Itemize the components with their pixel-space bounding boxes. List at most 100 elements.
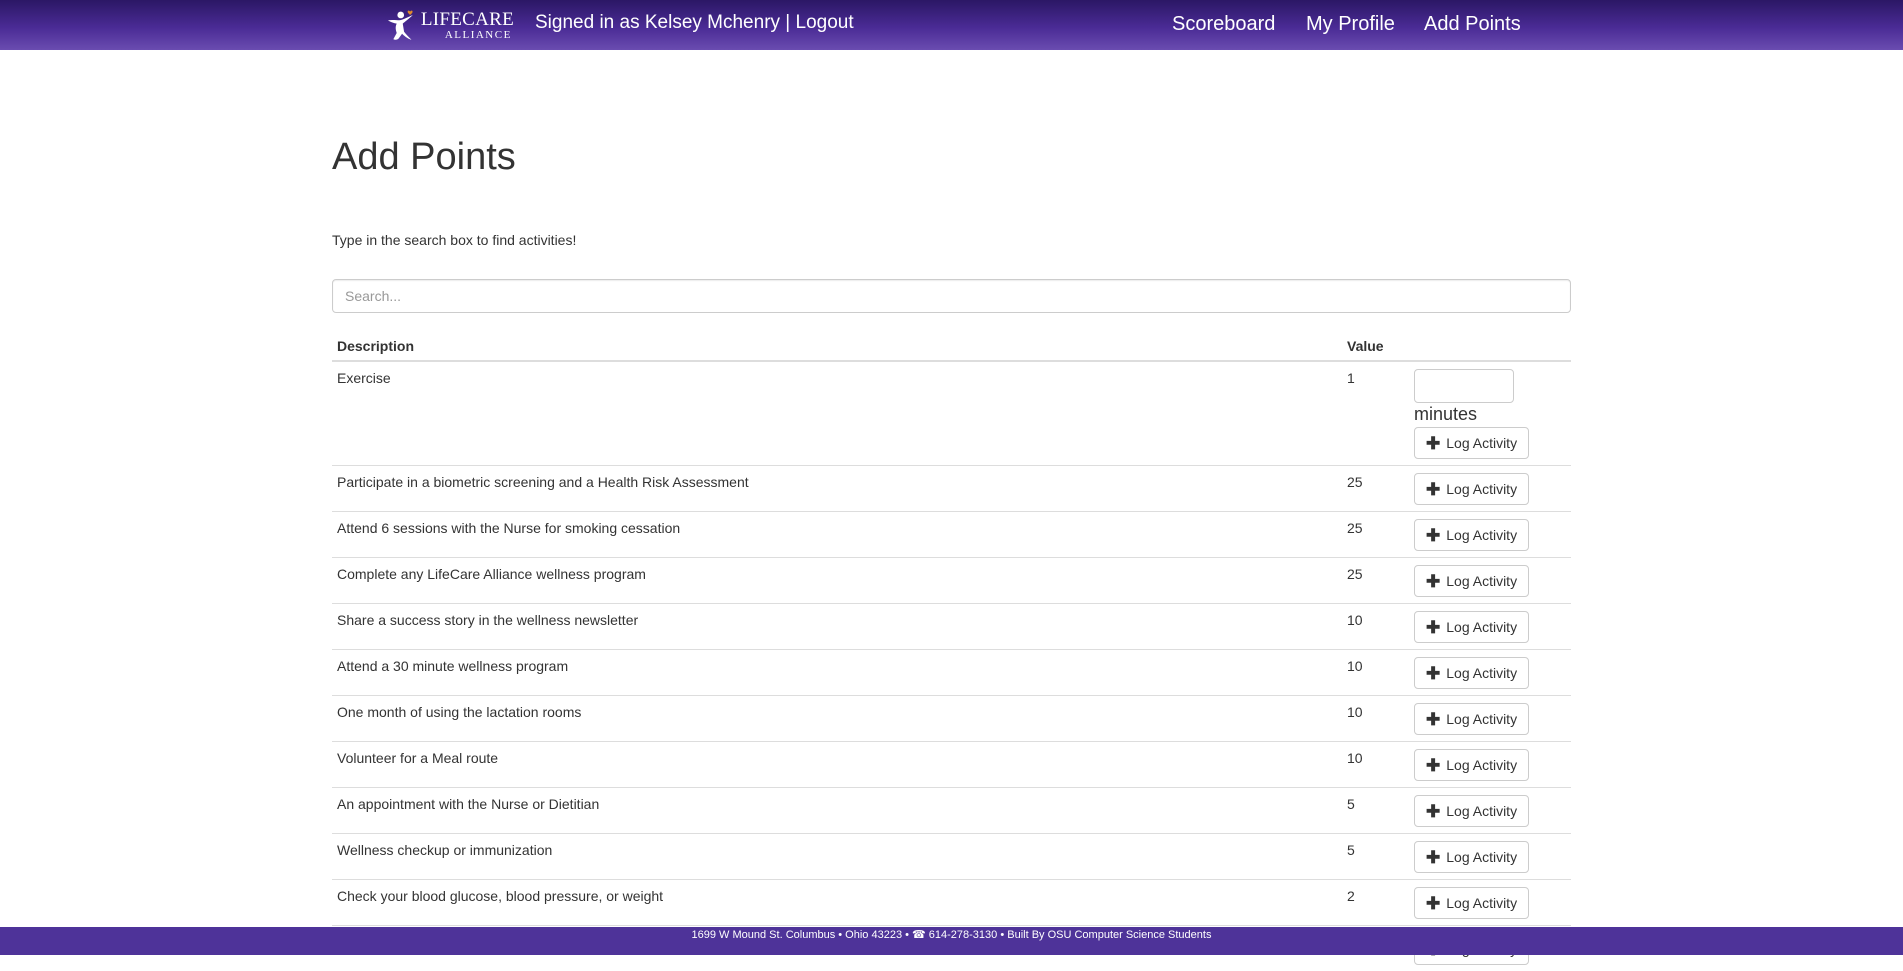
lifecare-logo[interactable]: LifeCare Alliance [386,0,514,50]
activity-description: Share a success story in the wellness ne… [332,604,1342,650]
signed-in-text: Signed in as Kelsey Mchenry [535,12,780,33]
activity-actions: ✚ Log Activity [1409,834,1571,880]
page-title: Add Points [332,136,516,179]
activity-value: 10 [1342,696,1409,742]
log-activity-button[interactable]: ✚ Log Activity [1414,703,1529,735]
table-row: An appointment with the Nurse or Dietiti… [332,788,1571,834]
table-row: Exercise 1 minutes ✚ Log Activity [332,361,1571,466]
activity-description: One month of using the lactation rooms [332,696,1342,742]
activity-description: Check your blood glucose, blood pressure… [332,880,1342,926]
log-activity-label: Log Activity [1446,619,1517,635]
activity-description: An appointment with the Nurse or Dietiti… [332,788,1342,834]
activity-actions: ✚Log Activity [1409,880,1571,926]
activity-description: Wellness checkup or immunization [332,834,1342,880]
activity-actions: ✚ Log Activity [1409,558,1571,604]
nav-separator: | [785,12,790,33]
activity-actions: ✚ Log Activity [1409,512,1571,558]
nav-add-points-link[interactable]: Add Points [1424,13,1521,36]
header-description: Description [332,328,1342,361]
table-row: Check your blood glucose, blood pressure… [332,880,1571,926]
activity-actions: ✚ Log Activity [1409,466,1571,512]
activity-description: Attend a 30 minute wellness program [332,650,1342,696]
activity-value: 5 [1342,788,1409,834]
footer-text: 1699 W Mound St. Columbus • Ohio 43223 •… [692,929,1212,941]
table-row: Wellness checkup or immunization 5 ✚ Log … [332,834,1571,880]
plus-icon: ✚ [1426,849,1440,866]
plus-icon: ✚ [1426,573,1440,590]
activity-value: 2 [1342,880,1409,926]
table-row: Attend a 30 minute wellness program 10 ✚… [332,650,1571,696]
log-activity-label: Log Activity [1446,711,1517,727]
minutes-label: minutes [1414,405,1566,423]
log-activity-button[interactable]: ✚ Log Activity [1414,519,1529,551]
activity-value: 10 [1342,650,1409,696]
activity-actions: minutes ✚ Log Activity [1409,361,1571,466]
log-activity-button[interactable]: ✚ Log Activity [1414,841,1529,873]
log-activity-button[interactable]: ✚ Log Activity [1414,473,1529,505]
plus-icon: ✚ [1426,757,1440,774]
table-row: Share a success story in the wellness ne… [332,604,1571,650]
table-row: Volunteer for a Meal route 10 ✚ Log Activ… [332,742,1571,788]
top-navbar: LifeCare Alliance Signed in as Kelsey Mc… [0,0,1903,50]
logout-link[interactable]: Logout [796,12,854,33]
header-value: Value [1342,328,1409,361]
activities-table: Description Value Exercise 1 minutes ✚ Lo… [332,328,1571,971]
logo-subtitle: Alliance [445,30,514,41]
log-activity-button[interactable]: ✚ Log Activity [1414,749,1529,781]
logo-wordmark: LifeCare [421,10,514,29]
plus-icon: ✚ [1426,803,1440,820]
activity-description: Complete any LifeCare Alliance wellness … [332,558,1342,604]
minutes-input[interactable] [1414,369,1514,403]
activity-value: 5 [1342,834,1409,880]
activity-value: 25 [1342,466,1409,512]
plus-icon: ✚ [1426,665,1440,682]
log-activity-button[interactable]: ✚ Log Activity [1414,795,1529,827]
log-activity-label: Log Activity [1446,803,1517,819]
activity-value: 10 [1342,604,1409,650]
activity-value: 25 [1342,558,1409,604]
log-activity-label: Log Activity [1446,481,1517,497]
activity-description: Attend 6 sessions with the Nurse for smo… [332,512,1342,558]
log-activity-button[interactable]: ✚ Log Activity [1414,611,1529,643]
table-row: Attend 6 sessions with the Nurse for smo… [332,512,1571,558]
activity-value: 10 [1342,742,1409,788]
intro-text: Type in the search box to find activitie… [332,232,576,248]
log-activity-button[interactable]: ✚ Log Activity [1414,657,1529,689]
plus-icon: ✚ [1426,481,1440,498]
activity-actions: ✚ Log Activity [1409,650,1571,696]
signed-in-status: Signed in as Kelsey Mchenry | Logout [535,12,854,34]
search-input[interactable] [332,279,1571,313]
plus-icon: ✚ [1426,711,1440,728]
header-actions [1409,328,1571,361]
activity-actions: ✚ Log Activity [1409,696,1571,742]
activity-actions: ✚ Log Activity [1409,788,1571,834]
activity-value: 1 [1342,361,1409,466]
activity-description: Volunteer for a Meal route [332,742,1342,788]
footer: 1699 W Mound St. Columbus • Ohio 43223 •… [0,927,1903,955]
log-activity-label: Log Activity [1446,665,1517,681]
activity-actions: ✚ Log Activity [1409,742,1571,788]
table-header-row: Description Value [332,328,1571,361]
log-activity-label: Log Activity [1446,527,1517,543]
logo-figure-icon [386,1,417,49]
activity-description: Participate in a biometric screening and… [332,466,1342,512]
activity-actions: ✚ Log Activity [1409,604,1571,650]
plus-icon: ✚ [1426,435,1440,452]
log-activity-label: Log Activity [1446,849,1517,865]
nav-scoreboard-link[interactable]: Scoreboard [1172,13,1275,36]
table-row: One month of using the lactation rooms 1… [332,696,1571,742]
log-activity-label: Log Activity [1446,435,1517,451]
log-activity-button[interactable]: ✚ Log Activity [1414,427,1529,459]
log-activity-label: Log Activity [1446,757,1517,773]
table-row: Complete any LifeCare Alliance wellness … [332,558,1571,604]
plus-icon: ✚ [1426,619,1440,636]
nav-my-profile-link[interactable]: My Profile [1306,13,1395,36]
log-activity-label: Log Activity [1446,895,1517,911]
table-row: Participate in a biometric screening and… [332,466,1571,512]
activity-description: Exercise [332,361,1342,466]
activity-value: 25 [1342,512,1409,558]
log-activity-button[interactable]: ✚Log Activity [1414,887,1529,919]
log-activity-button[interactable]: ✚ Log Activity [1414,565,1529,597]
log-activity-label: Log Activity [1446,573,1517,589]
plus-icon: ✚ [1426,527,1440,544]
